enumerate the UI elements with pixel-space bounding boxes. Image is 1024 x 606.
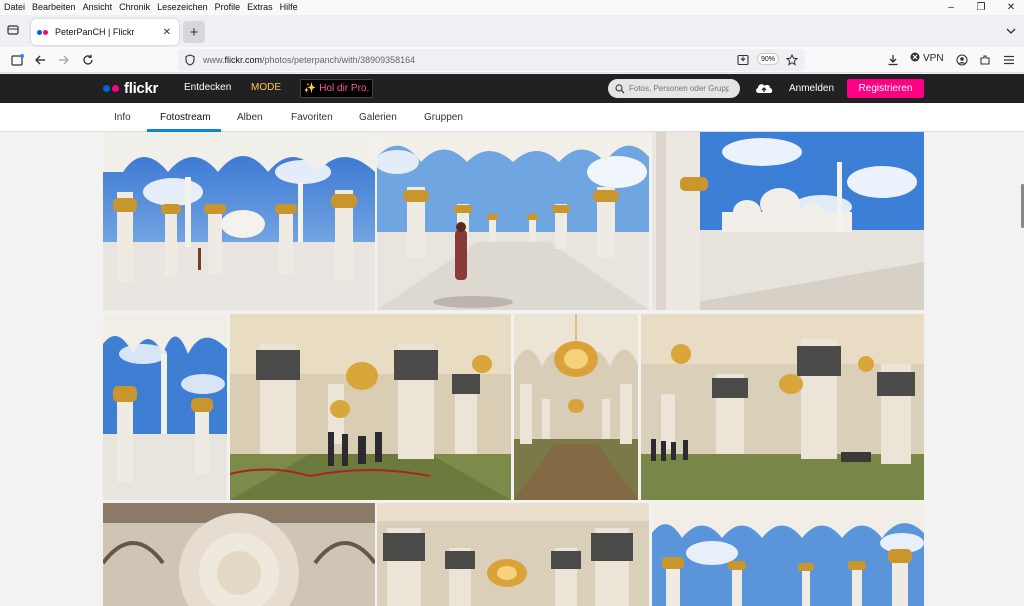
navigation-toolbar: www.flickr.com/photos/peterpanch/with/38… xyxy=(0,47,1024,73)
register-button[interactable]: Registrieren xyxy=(847,79,924,98)
photo-outdoor-colonnade[interactable] xyxy=(652,503,924,606)
get-pro-button[interactable]: ✨ Hol dir Pro. xyxy=(300,79,373,98)
photo-prayer-hall-chandelier-visitors[interactable] xyxy=(230,314,511,500)
zoom-level-badge[interactable]: 90% xyxy=(757,53,779,65)
logo-pink-dot xyxy=(112,85,119,92)
search-icon xyxy=(615,83,625,94)
sparkle-icon: ✨ xyxy=(303,83,317,94)
tab-photostream[interactable]: Fotostream xyxy=(160,112,211,123)
photo-mosque-courtyard-arches[interactable] xyxy=(103,132,375,310)
menu-bar: Datei Bearbeiten Ansicht Chronik Lesezei… xyxy=(0,0,1024,15)
menu-bookmarks[interactable]: Lesezeichen xyxy=(153,0,211,15)
nav-mode[interactable]: MODE xyxy=(251,82,281,93)
url-domain: flickr.com xyxy=(224,55,263,65)
new-tab-button[interactable]: + xyxy=(183,21,205,43)
menu-help[interactable]: Hilfe xyxy=(276,0,301,15)
url-text[interactable]: www.flickr.com/photos/peterpanch/with/38… xyxy=(203,55,415,65)
logo-blue-dot xyxy=(103,85,110,92)
bookmark-star-icon[interactable] xyxy=(784,52,800,68)
list-all-tabs-chevron-icon[interactable] xyxy=(1006,24,1016,38)
vpn-label: VPN xyxy=(923,53,944,64)
tab-galleries[interactable]: Galerien xyxy=(359,112,397,123)
menu-view[interactable]: Ansicht xyxy=(79,0,116,15)
vpn-button[interactable]: VPN xyxy=(910,52,944,65)
tab-title: PeterPanCH | Flickr xyxy=(55,27,135,37)
flickr-favicon-icon xyxy=(37,29,49,35)
flickr-header: flickr Entdecken MODE ✨ Hol dir Pro. Anm… xyxy=(0,74,1024,103)
tab-close-icon[interactable]: ✕ xyxy=(163,27,171,38)
menu-edit[interactable]: Bearbeiten xyxy=(28,0,79,15)
menu-history[interactable]: Chronik xyxy=(115,0,153,15)
photo-mosque-minaret-arch[interactable] xyxy=(103,314,227,500)
menu-tools[interactable]: Extras xyxy=(243,0,276,15)
get-pro-label: Hol dir Pro. xyxy=(319,83,370,94)
photo-mosque-colonnade-corridor[interactable] xyxy=(377,132,649,310)
tab-info[interactable]: Info xyxy=(114,112,131,123)
url-path: /photos/peterpanch/with/38909358164 xyxy=(262,55,416,65)
minimize-button[interactable]: – xyxy=(936,0,966,15)
photo-dome-interior[interactable] xyxy=(103,503,375,606)
login-link[interactable]: Anmelden xyxy=(789,83,834,94)
vpn-icon xyxy=(910,52,920,65)
extensions-icon[interactable] xyxy=(977,52,993,68)
tab-list-icon[interactable] xyxy=(6,23,20,37)
url-bar[interactable]: www.flickr.com/photos/peterpanch/with/38… xyxy=(178,49,805,71)
close-window-button[interactable]: ✕ xyxy=(996,0,1024,15)
nav-explore[interactable]: Entdecken xyxy=(184,82,231,93)
photo-prayer-hall-chandelier[interactable] xyxy=(514,314,638,500)
search-input[interactable] xyxy=(629,84,729,93)
photo-prayer-hall-columns-visitors[interactable] xyxy=(641,314,924,500)
photo-hall-chandelier-columns[interactable] xyxy=(377,503,649,606)
tab-groups[interactable]: Gruppen xyxy=(424,112,463,123)
logo-text: flickr xyxy=(124,80,159,97)
flickr-logo[interactable]: flickr xyxy=(103,80,158,97)
photo-mosque-exterior-domes[interactable] xyxy=(652,132,924,310)
menu-hamburger-icon[interactable] xyxy=(1001,52,1017,68)
reader-view-icon[interactable] xyxy=(735,52,751,68)
browser-tab-active[interactable]: PeterPanCH | Flickr ✕ xyxy=(31,19,179,45)
tab-albums[interactable]: Alben xyxy=(237,112,263,123)
upload-cloud-icon[interactable] xyxy=(754,80,774,99)
url-prefix: www. xyxy=(203,55,225,65)
profile-subnav: Info Fotostream Alben Favoriten Galerien… xyxy=(0,103,1024,132)
forward-icon[interactable] xyxy=(56,52,72,68)
search-box[interactable] xyxy=(608,79,740,98)
menu-profiles[interactable]: Profile xyxy=(211,0,244,15)
downloads-icon[interactable] xyxy=(885,52,901,68)
tab-favorites[interactable]: Favoriten xyxy=(291,112,333,123)
tab-strip: PeterPanCH | Flickr ✕ + xyxy=(0,15,1024,47)
back-icon[interactable] xyxy=(32,52,48,68)
account-icon[interactable] xyxy=(954,52,970,68)
restore-button[interactable]: ❐ xyxy=(966,0,996,15)
menu-file[interactable]: Datei xyxy=(0,0,28,15)
tracking-protection-shield-icon[interactable] xyxy=(184,54,196,66)
reload-icon[interactable] xyxy=(80,52,96,68)
sidebar-icon[interactable] xyxy=(9,52,25,68)
